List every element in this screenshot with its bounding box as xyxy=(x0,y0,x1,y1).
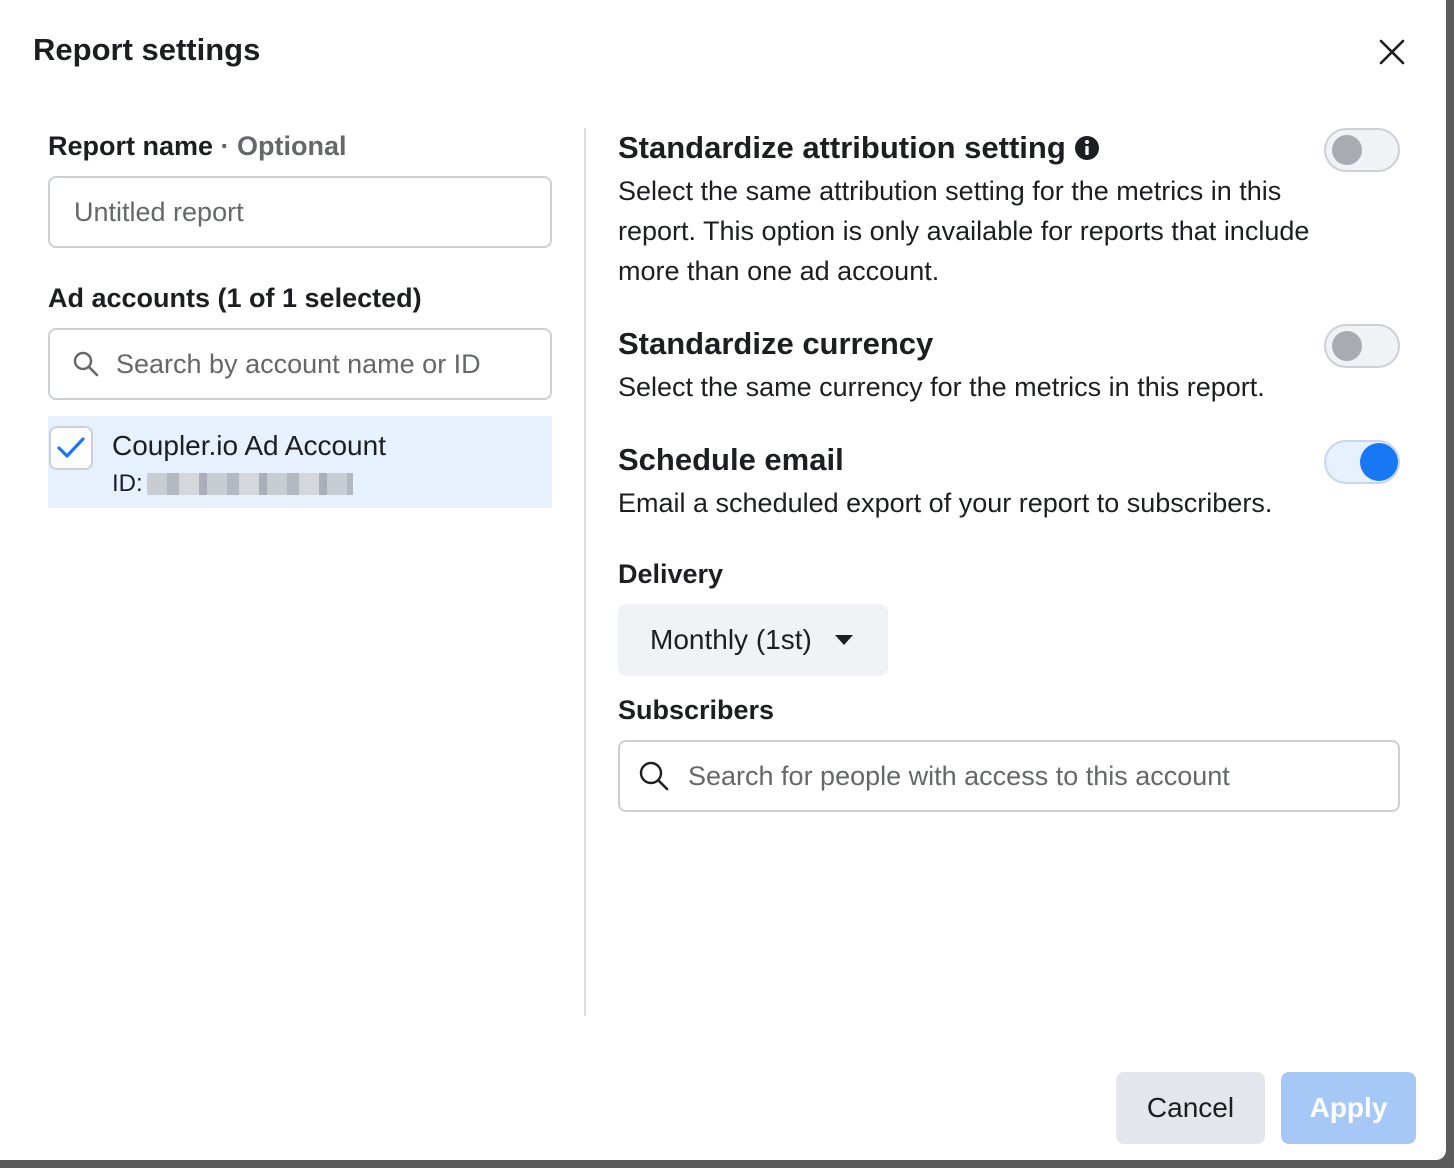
delivery-label: Delivery xyxy=(618,559,724,589)
background-overlay xyxy=(1446,0,1454,1168)
delivery-dropdown[interactable]: Monthly (1st) xyxy=(618,604,888,676)
schedule-email-title: Schedule email xyxy=(618,442,844,477)
ad-accounts-label: Ad accounts (1 of 1 selected) xyxy=(48,283,422,313)
search-icon xyxy=(73,351,99,377)
account-id: ID: xyxy=(112,470,353,498)
attribution-toggle[interactable] xyxy=(1324,128,1400,172)
close-button[interactable] xyxy=(1370,30,1414,74)
redacted-account-id xyxy=(146,473,353,495)
toggle-knob xyxy=(1332,135,1362,165)
account-id-label: ID: xyxy=(112,470,143,497)
apply-button[interactable]: Apply xyxy=(1281,1072,1416,1144)
search-icon xyxy=(639,761,669,791)
dialog-title: Report settings xyxy=(33,32,261,67)
account-list-item[interactable]: Coupler.io Ad Account ID: xyxy=(48,416,552,508)
report-name-label-text: Report name xyxy=(48,131,214,161)
currency-description: Select the same currency for the metrics… xyxy=(618,372,1265,402)
check-icon xyxy=(57,437,85,458)
attribution-title-text: Standardize attribution setting xyxy=(618,130,1066,165)
info-icon[interactable] xyxy=(1074,135,1100,161)
account-name: Coupler.io Ad Account xyxy=(112,430,386,461)
currency-toggle[interactable] xyxy=(1324,324,1400,368)
report-name-field[interactable] xyxy=(48,176,552,248)
schedule-email-description: Email a scheduled export of your report … xyxy=(618,488,1273,518)
report-name-label: Report name · Optional xyxy=(48,131,347,162)
account-checkbox[interactable] xyxy=(49,426,93,470)
report-name-input[interactable] xyxy=(72,195,550,229)
currency-title: Standardize currency xyxy=(618,326,934,361)
caret-down-icon xyxy=(834,635,853,645)
subscribers-label: Subscribers xyxy=(618,695,775,725)
cancel-button[interactable]: Cancel xyxy=(1116,1072,1265,1144)
optional-label: · Optional xyxy=(213,131,347,161)
report-settings-dialog: Report settings Report name · Optional A… xyxy=(0,0,1446,1160)
account-search-field[interactable] xyxy=(48,328,552,400)
account-search-input[interactable] xyxy=(114,347,550,381)
column-divider xyxy=(584,128,586,1016)
toggle-knob xyxy=(1360,443,1398,481)
delivery-selected-value: Monthly (1st) xyxy=(650,624,812,655)
schedule-email-toggle[interactable] xyxy=(1324,440,1400,484)
subscribers-search-input[interactable] xyxy=(686,759,1398,793)
subscribers-search-field[interactable] xyxy=(618,740,1400,812)
attribution-title: Standardize attribution setting xyxy=(618,130,1100,166)
attribution-description: Select the same attribution setting for … xyxy=(618,176,1310,286)
close-icon xyxy=(1379,39,1405,65)
toggle-knob xyxy=(1332,331,1362,361)
